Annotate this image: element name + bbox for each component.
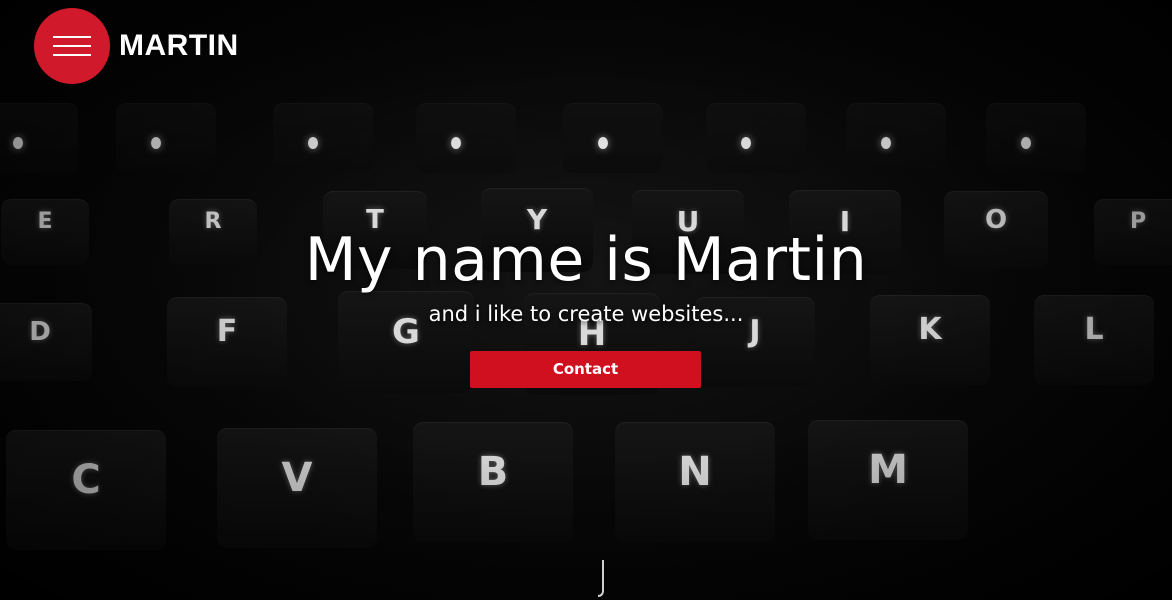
scroll-down-icon[interactable] [596, 558, 608, 600]
keyboard-key-dot [308, 137, 318, 149]
keyboard-key-dot [13, 137, 23, 149]
keyboard-key-dot [881, 137, 891, 149]
hero-subline: and i like to create websites... [428, 302, 744, 326]
keyboard-key-cap [846, 103, 946, 173]
keyboard-key-letter: N [678, 449, 712, 495]
keyboard-key-dot [1021, 137, 1031, 149]
keyboard-key-letter: C [71, 457, 101, 503]
keyboard-key-cap [116, 103, 216, 173]
brand-name[interactable]: MARTIN [119, 28, 239, 64]
keyboard-key-letter: M [868, 447, 908, 493]
hero-headline: My name is Martin [304, 225, 868, 295]
keyboard-key-letter: V [281, 455, 313, 501]
keyboard-key-dot [451, 137, 461, 149]
hamburger-icon [53, 36, 91, 56]
keyboard-key-cap [986, 103, 1086, 173]
keyboard-key-cap [563, 103, 663, 173]
keyboard-key-cap [0, 103, 78, 173]
keyboard-key-cap [706, 103, 806, 173]
contact-button[interactable]: Contact [470, 351, 701, 388]
keyboard-key-cap [273, 103, 373, 173]
keyboard-key-dot [151, 137, 161, 149]
keyboard-key-cap [416, 103, 516, 173]
menu-button[interactable] [34, 8, 110, 84]
keyboard-key-dot [741, 137, 751, 149]
keyboard-key-letter: B [477, 449, 509, 495]
keyboard-key-dot [598, 137, 608, 149]
